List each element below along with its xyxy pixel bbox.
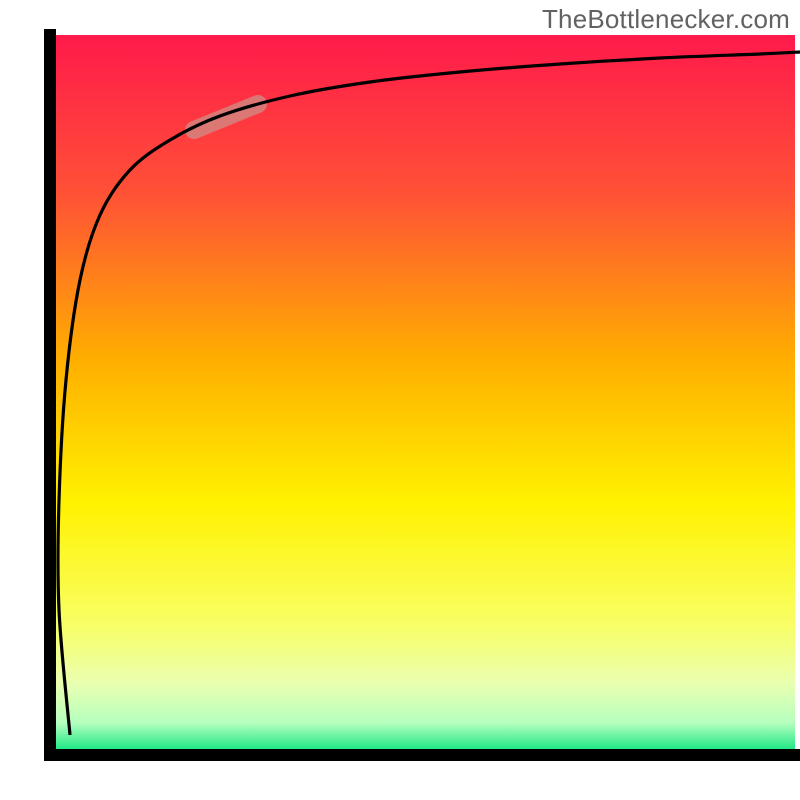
- watermark-text: TheBottlenecker.com: [542, 4, 790, 35]
- chart-stage: TheBottlenecker.com: [0, 0, 800, 800]
- chart-svg: [0, 0, 800, 800]
- plot-background: [50, 35, 795, 755]
